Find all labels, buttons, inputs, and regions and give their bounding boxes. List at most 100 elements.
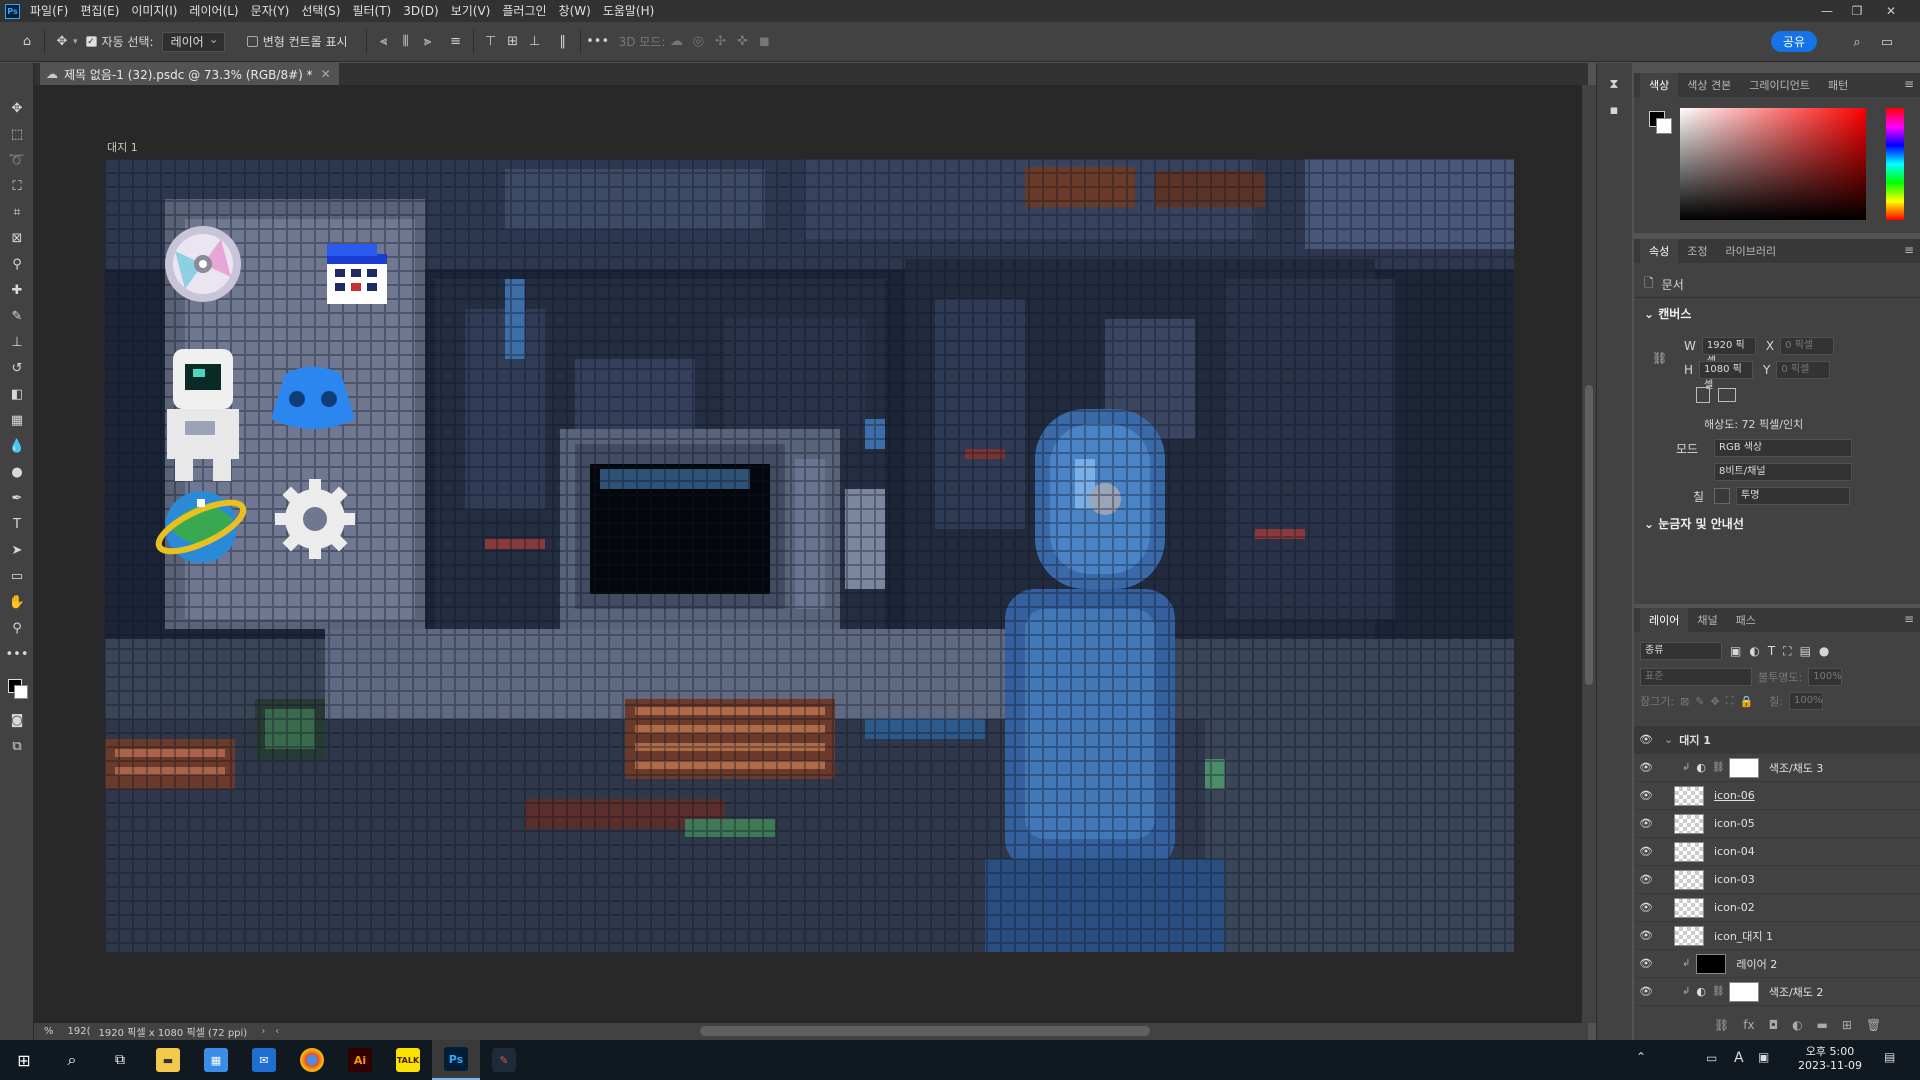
eye-icon[interactable]: 👁 — [1634, 873, 1658, 886]
korean-ime-icon[interactable]: ▣ — [1758, 1050, 1769, 1064]
artboard-label[interactable]: 대지 1 — [107, 139, 138, 155]
search-icon[interactable]: ⌕ — [48, 1040, 96, 1080]
layer-row-artboard[interactable]: 👁 ⌄ 대지 1 — [1634, 726, 1920, 754]
layer-row[interactable]: 👁 icon-02 — [1634, 894, 1920, 922]
brush-tool-icon[interactable]: ✎ — [0, 303, 34, 329]
menu-layer[interactable]: 레이어(L) — [183, 0, 244, 22]
eyedropper-tool-icon[interactable]: ⚲ — [0, 251, 34, 277]
paint-app-icon[interactable]: ✎ — [480, 1040, 528, 1080]
distribute-v-icon[interactable]: ‖ — [552, 31, 574, 53]
healing-brush-tool-icon[interactable]: ✚ — [0, 277, 34, 303]
type-tool-icon[interactable]: T — [0, 511, 34, 537]
kakaotalk-app-icon[interactable]: TALK — [384, 1040, 432, 1080]
edit-toolbar-icon[interactable]: ••• — [0, 641, 34, 667]
lock-all-icon[interactable]: 🔒 — [1739, 695, 1753, 708]
portrait-orientation-icon[interactable] — [1696, 387, 1710, 403]
eye-icon[interactable]: 👁 — [1634, 901, 1658, 914]
distribute-h-icon[interactable]: ≡ — [445, 31, 467, 53]
rulers-section-header[interactable]: ⌄ 눈금자 및 안내선 — [1644, 515, 1744, 532]
blend-mode-select[interactable]: 표준 — [1640, 668, 1752, 686]
ime-indicator[interactable]: A — [1734, 1050, 1744, 1066]
eye-icon[interactable]: 👁 — [1634, 733, 1658, 746]
layer-row[interactable]: 👁 ↲ 레이어 2 — [1634, 950, 1920, 978]
dodge-tool-icon[interactable]: ● — [0, 459, 34, 485]
lock-transparency-icon[interactable]: ⊠ — [1680, 695, 1689, 708]
align-middle-v-icon[interactable]: ⊞ — [502, 31, 524, 53]
screen-mode-icon[interactable]: ⧉ — [0, 733, 34, 759]
y-input[interactable]: 0 픽셀 — [1776, 361, 1831, 379]
move-tool-icon[interactable]: ✥ — [51, 31, 73, 53]
minimize-icon[interactable]: — — [1812, 0, 1842, 22]
history-brush-tool-icon[interactable]: ↺ — [0, 355, 34, 381]
menu-plugins[interactable]: 플러그인 — [496, 0, 552, 22]
menu-3d[interactable]: 3D(D) — [397, 0, 444, 22]
move-tool-icon[interactable]: ✥ — [0, 95, 34, 121]
blur-tool-icon[interactable]: 💧 — [0, 433, 34, 459]
add-mask-icon[interactable]: ◘ — [1769, 1018, 1779, 1032]
panel-menu-icon[interactable]: ≡ — [1904, 243, 1914, 257]
tab-properties[interactable]: 속성 — [1640, 239, 1679, 263]
lasso-tool-icon[interactable]: ➰ — [0, 147, 34, 173]
bit-depth-select[interactable]: 8비트/채널 — [1714, 463, 1852, 481]
new-group-icon[interactable]: ▬ — [1817, 1018, 1828, 1032]
chevron-left-icon[interactable]: ‹ — [275, 1026, 279, 1037]
transform-controls-checkbox[interactable] — [246, 36, 258, 47]
align-right-icon[interactable]: ⫸ — [417, 31, 439, 53]
layer-filter-select[interactable]: 종류 — [1640, 642, 1722, 660]
eye-icon[interactable]: 👁 — [1634, 985, 1658, 998]
height-input[interactable]: 1080 픽셀 — [1699, 361, 1754, 391]
landscape-orientation-icon[interactable] — [1718, 388, 1736, 402]
close-icon[interactable]: ✕ — [1876, 0, 1906, 22]
microsoft-store-icon[interactable]: ▦ — [192, 1040, 240, 1080]
width-input[interactable]: 1920 픽셀 — [1701, 337, 1756, 367]
auto-select-dropdown[interactable]: 레이어 — [161, 30, 225, 52]
tab-layers[interactable]: 레이어 — [1640, 608, 1689, 632]
link-layers-icon[interactable]: ⛓ — [1714, 1018, 1729, 1032]
fill-swatch[interactable] — [1714, 488, 1730, 504]
notification-icon[interactable]: ▤ — [1884, 1050, 1895, 1064]
filter-type-icon[interactable]: T — [1768, 644, 1775, 658]
vertical-scroll-thumb[interactable] — [1585, 385, 1593, 685]
frame-tool-icon[interactable]: ⊠ — [0, 225, 34, 251]
background-color[interactable] — [1656, 118, 1672, 134]
eraser-tool-icon[interactable]: ◧ — [0, 381, 34, 407]
search-icon[interactable]: ⌕ — [1846, 31, 1868, 53]
stamp-tool-icon[interactable]: ⊥ — [0, 329, 34, 355]
color-picker-field[interactable] — [1680, 108, 1866, 220]
eye-icon[interactable]: 👁 — [1634, 789, 1658, 802]
layer-row[interactable]: 👁 ↲ ◐ ⛓ 색조/채도 3 — [1634, 754, 1920, 782]
tab-swatches[interactable]: 색상 견본 — [1678, 73, 1740, 97]
chevron-down-icon[interactable]: ⌄ — [1664, 733, 1673, 746]
clock[interactable]: 오후 5:00 2023-11-09 — [1790, 1043, 1870, 1072]
filter-adjustment-icon[interactable]: ◐ — [1749, 644, 1759, 658]
panel-menu-icon[interactable]: ≡ — [1904, 612, 1914, 626]
opacity-input[interactable]: 100% — [1808, 668, 1843, 686]
windows-start-icon[interactable]: ⊞ — [0, 1040, 48, 1080]
menu-select[interactable]: 선택(S) — [295, 0, 346, 22]
color-swatches[interactable] — [0, 667, 33, 707]
pen-tool-icon[interactable]: ✒ — [0, 485, 34, 511]
align-top-icon[interactable]: ⊤ — [480, 31, 502, 53]
filter-toggle-icon[interactable]: ● — [1819, 644, 1829, 658]
lock-paint-icon[interactable]: ✎ — [1695, 695, 1704, 708]
rectangle-tool-icon[interactable]: ▭ — [0, 563, 34, 589]
link-icon[interactable]: ⛓ — [1652, 351, 1667, 365]
align-left-icon[interactable]: ⫷ — [373, 31, 395, 53]
new-adjustment-icon[interactable]: ◐ — [1792, 1018, 1802, 1032]
layer-row[interactable]: 👁 icon_대지 1 — [1634, 922, 1920, 950]
horizontal-scroll-thumb[interactable] — [700, 1026, 1150, 1036]
menu-help[interactable]: 도움말(H) — [597, 0, 661, 22]
eye-icon[interactable]: 👁 — [1634, 845, 1658, 858]
delete-layer-icon[interactable]: 🗑 — [1866, 1018, 1881, 1032]
auto-select-checkbox[interactable]: ✓ — [85, 36, 97, 47]
tab-patterns[interactable]: 패턴 — [1819, 73, 1857, 97]
artboard-canvas[interactable] — [105, 159, 1514, 952]
lock-position-icon[interactable]: ✥ — [1711, 695, 1720, 708]
tab-gradients[interactable]: 그레이디언트 — [1740, 73, 1819, 97]
menu-edit[interactable]: 편집(E) — [74, 0, 125, 22]
fill-select[interactable]: 투명 — [1736, 487, 1850, 505]
crop-tool-icon[interactable]: ⌗ — [0, 199, 34, 225]
layer-row[interactable]: 👁 icon-06 — [1634, 782, 1920, 810]
hand-tool-icon[interactable]: ✋ — [0, 589, 34, 615]
mode-select[interactable]: RGB 색상 — [1714, 439, 1852, 457]
